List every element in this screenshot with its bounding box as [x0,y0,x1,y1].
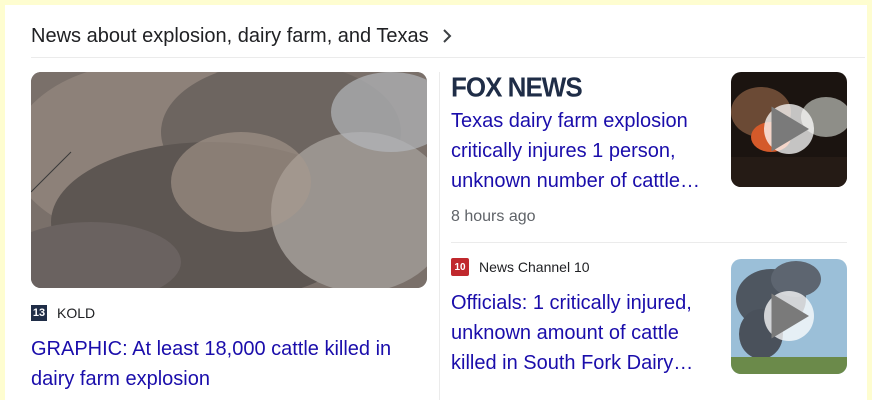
lead-story[interactable]: 13 KOLD GRAPHIC: At least 18,000 cattle … [31,72,427,394]
lead-story-image[interactable] [31,72,427,288]
story-item[interactable]: 10 News Channel 10 Officials: 1 critical… [451,258,847,378]
play-icon [771,293,809,339]
column-divider [439,72,440,400]
chevron-right-icon [441,28,453,44]
lead-story-source: 13 KOLD [31,304,427,322]
play-button[interactable] [764,104,814,154]
news-card: News about explosion, dairy farm, and Te… [5,5,867,400]
play-icon [771,106,809,152]
news-header[interactable]: News about explosion, dairy farm, and Te… [31,15,865,58]
news-header-title: News about explosion, dairy farm, and Te… [31,24,429,47]
fox-news-logo: FOX NEWS [451,71,583,103]
story-headline[interactable]: Officials: 1 critically injured, unknown… [451,288,713,378]
story-headline[interactable]: Texas dairy farm explosion critically in… [451,106,713,196]
story-thumbnail[interactable] [731,259,847,374]
story-divider [451,242,847,243]
news-channel-10-logo: 10 [451,258,469,276]
story-source: 10 News Channel 10 [451,258,713,276]
story-thumbnail[interactable] [731,72,847,187]
kold-logo: 13 [31,305,47,321]
story-source-name: News Channel 10 [479,259,590,275]
play-button[interactable] [764,291,814,341]
lead-story-source-name: KOLD [57,305,96,321]
story-time: 8 hours ago [451,208,536,225]
story-item[interactable]: FOX NEWS Texas dairy farm explosion crit… [451,71,847,226]
lead-story-headline[interactable]: GRAPHIC: At least 18,000 cattle killed i… [31,334,427,394]
